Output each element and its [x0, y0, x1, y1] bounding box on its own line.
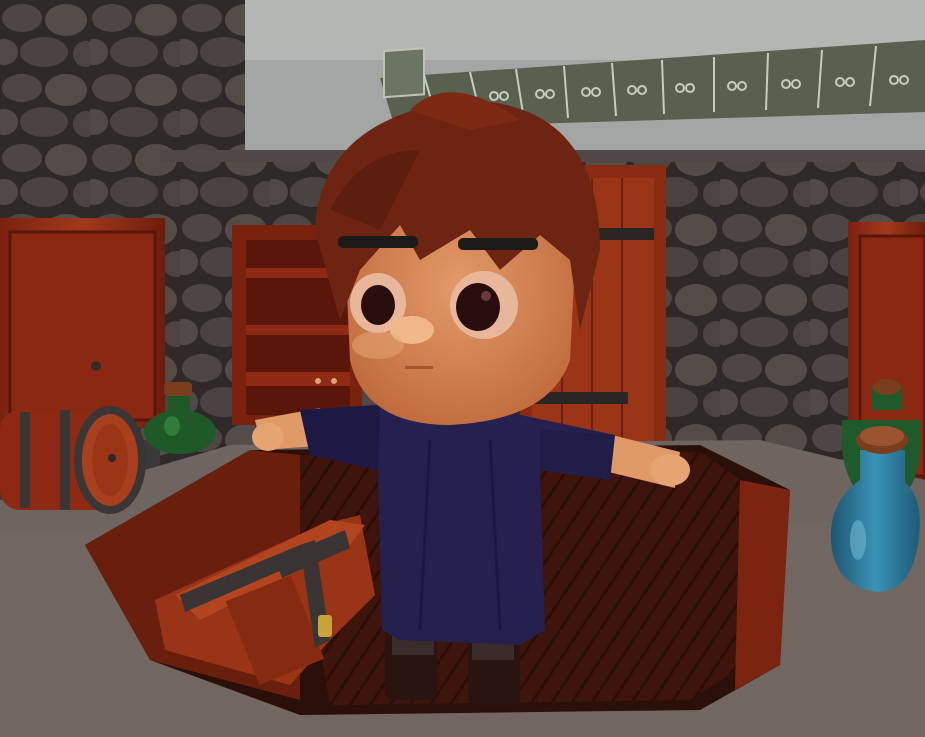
left-cabinet-icon — [0, 218, 165, 428]
barrel-icon — [0, 406, 146, 514]
scene-render — [0, 0, 925, 737]
game-viewport[interactable] — [0, 0, 925, 737]
